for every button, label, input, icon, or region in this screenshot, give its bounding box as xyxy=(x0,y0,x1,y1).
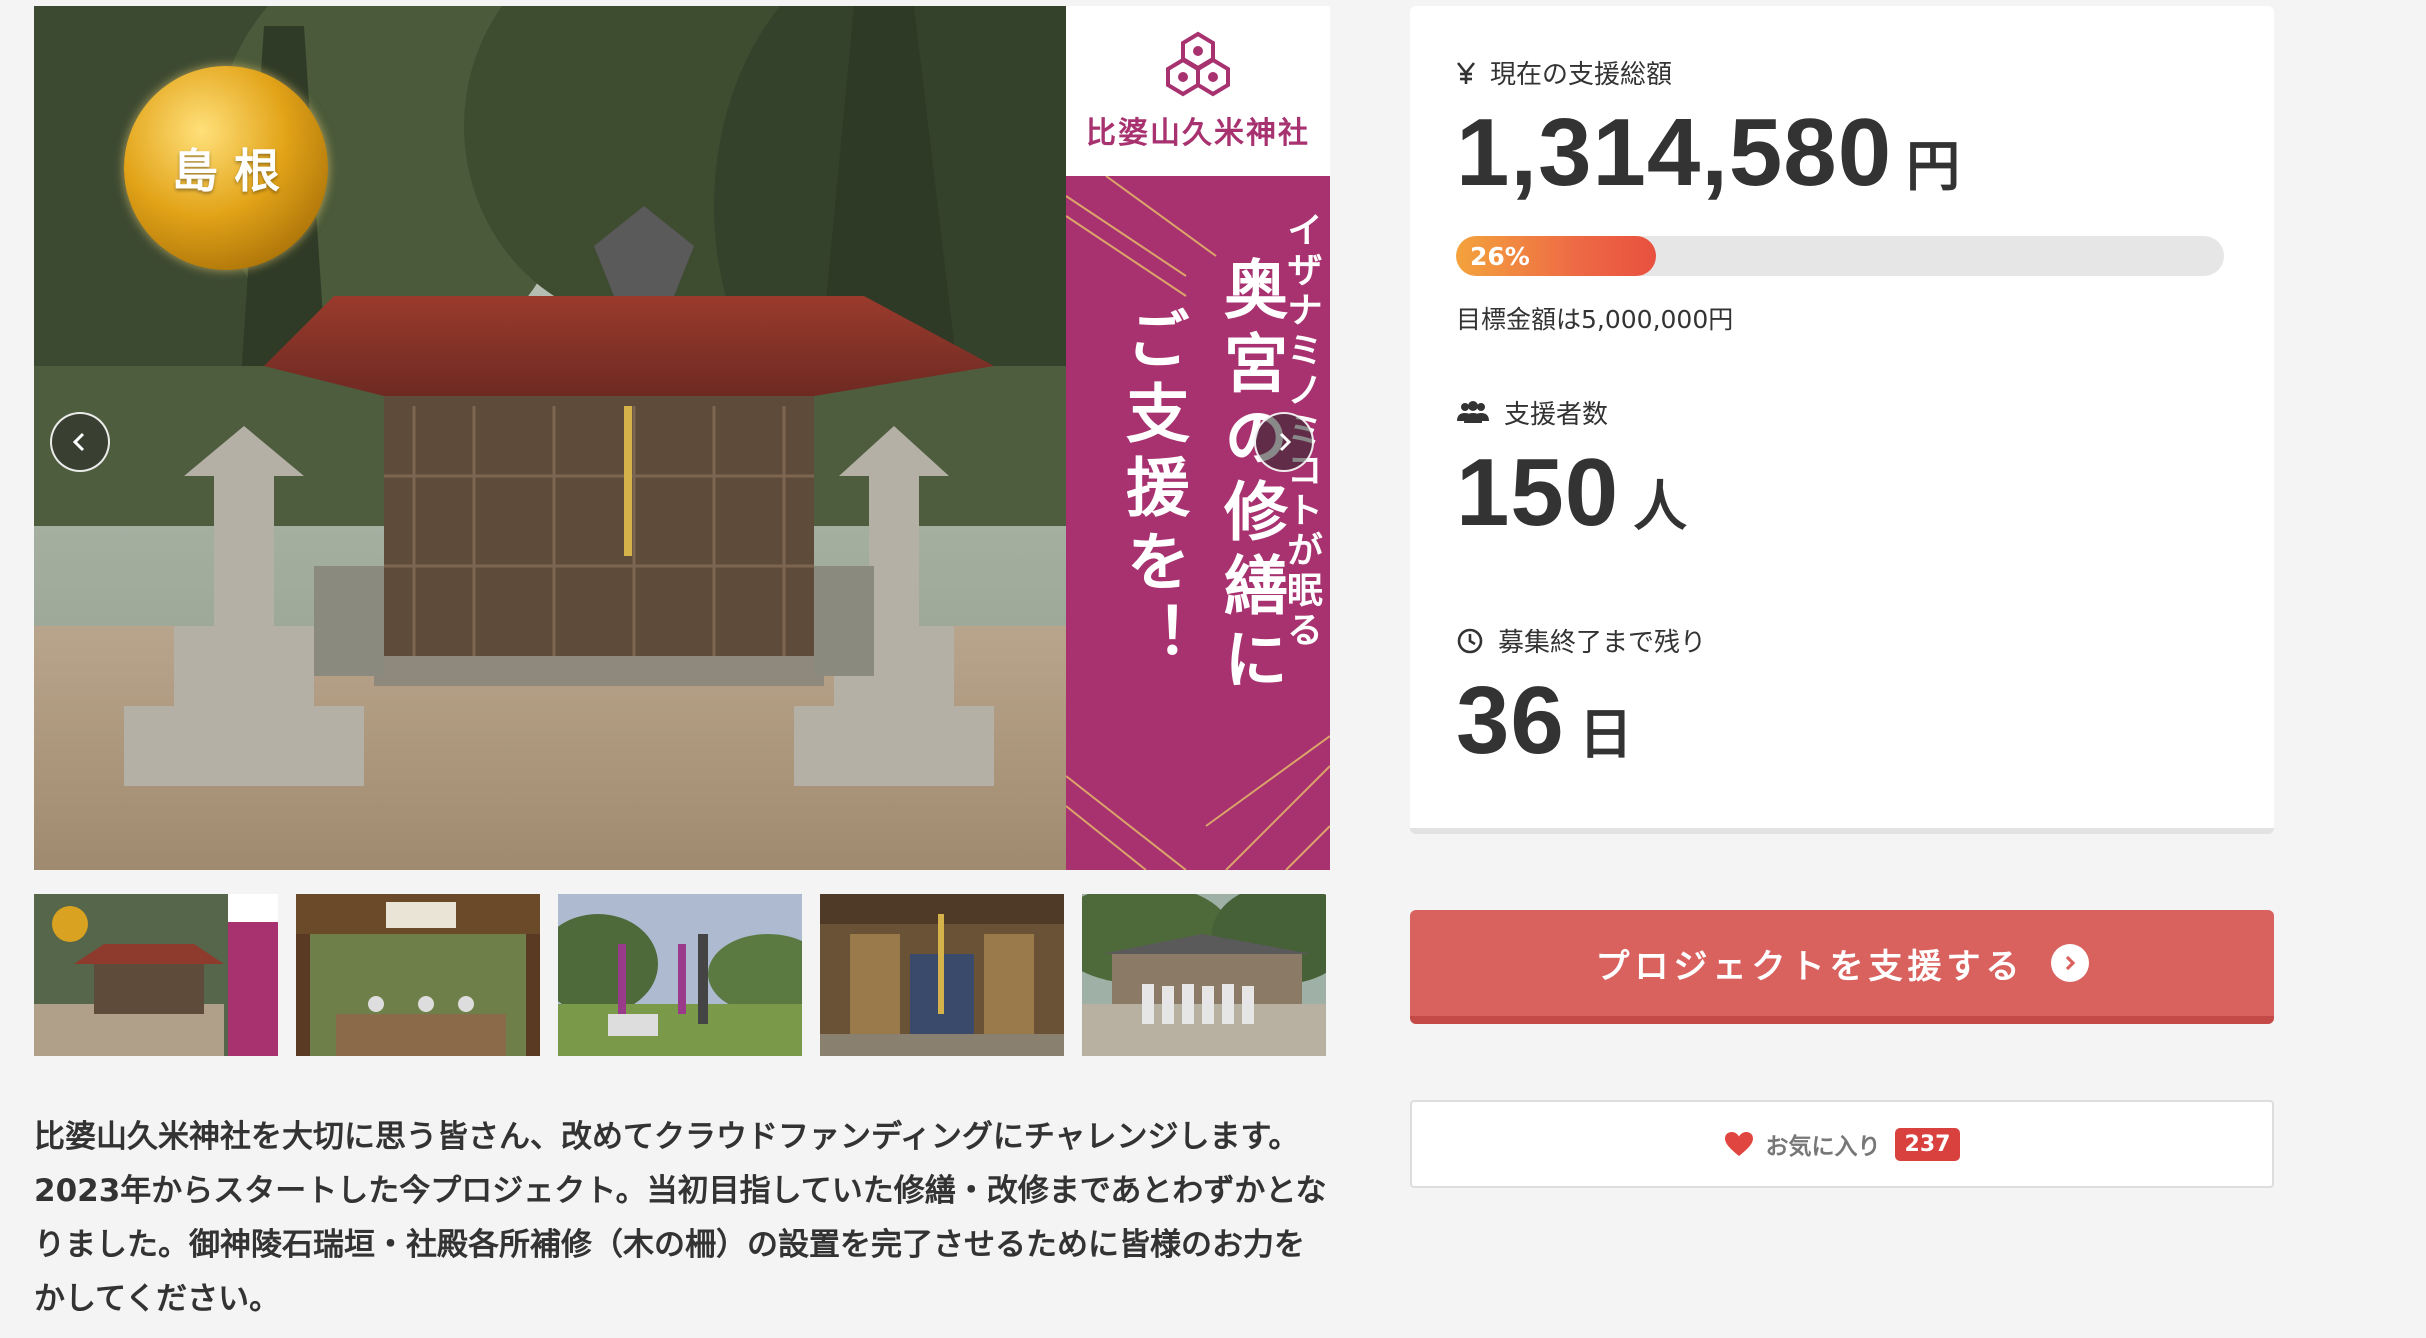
thumbnail-image xyxy=(296,894,540,1056)
funding-stats-card: 現在の支援総額 1,314,580 円 26% 目標金額は5,000,000円 xyxy=(1410,6,2274,834)
project-page: 島根 比婆山久米神社 奥宮の修繕に ご支援を！ 比婆山久米神社を大切に思う皆さん… xyxy=(0,0,2426,1338)
chevron-right-icon xyxy=(1279,432,1292,452)
shrine-logo-area: 比婆山久米神社 xyxy=(1066,6,1330,176)
yen-icon xyxy=(1456,61,1476,85)
total-amount: 1,314,580 円 xyxy=(1456,98,1960,208)
region-badge: 島根 xyxy=(124,66,328,270)
chevron-left-icon xyxy=(72,432,85,452)
heart-icon xyxy=(1724,1132,1753,1156)
region-badge-label: 島根 xyxy=(172,144,296,198)
thumbnail-3[interactable] xyxy=(558,894,802,1056)
thumbnail-image xyxy=(820,894,1064,1056)
shrine-crest-icon xyxy=(1166,31,1230,97)
thumbnail-image xyxy=(558,894,802,1056)
support-project-button[interactable]: プロジェクトを支援する xyxy=(1410,910,2274,1024)
support-project-label: プロジェクトを支援する xyxy=(1595,946,2025,987)
progress-percent: 26% xyxy=(1470,241,1530,271)
favorite-label: お気に入り xyxy=(1765,1134,1881,1160)
total-label-row: 現在の支援総額 xyxy=(1456,54,1672,91)
shrine-name: 比婆山久米神社 xyxy=(1086,116,1310,151)
thumbnail-image xyxy=(1082,894,1326,1056)
clock-icon xyxy=(1456,627,1484,655)
total-label: 現在の支援総額 xyxy=(1490,60,1673,90)
supporters-count-value: 150 xyxy=(1456,439,1620,546)
main-image-carousel[interactable]: 島根 比婆山久米神社 奥宮の修繕に ご支援を！ xyxy=(34,6,1330,870)
thumbnail-1[interactable] xyxy=(34,894,278,1056)
remaining-days-value: 36 xyxy=(1456,667,1565,774)
supporters-count: 150 人 xyxy=(1456,438,1687,548)
thumbnail-5[interactable] xyxy=(1082,894,1326,1056)
progress-fill: 26% xyxy=(1456,236,1656,276)
project-description: 比婆山久米神社を大切に思う皆さん、改めてクラウドファンディングにチャレンジします… xyxy=(34,1119,1327,1317)
thumbnail-strip xyxy=(34,894,1330,1056)
remaining-label-row: 募集終了まで残り xyxy=(1456,622,1706,659)
arrow-right-circle-icon xyxy=(2050,944,2089,982)
thumbnail-2[interactable] xyxy=(296,894,540,1056)
supporters-label: 支援者数 xyxy=(1504,400,1609,430)
carousel-next-button[interactable] xyxy=(1254,412,1314,472)
total-amount-value: 1,314,580 xyxy=(1456,99,1893,206)
goal-amount-text: 目標金額は5,000,000円 xyxy=(1456,305,1734,334)
thumbnail-image xyxy=(34,894,278,1056)
favorite-count-badge: 237 xyxy=(1894,1127,1961,1161)
banner-headline-1: 奥宮の修繕に xyxy=(1213,256,1288,700)
users-icon xyxy=(1456,400,1490,425)
remaining-days: 36 日 xyxy=(1456,666,1633,776)
remaining-label: 募集終了まで残り xyxy=(1498,628,1707,658)
supporters-label-row: 支援者数 xyxy=(1456,394,1608,431)
carousel-prev-button[interactable] xyxy=(50,412,110,472)
favorite-button[interactable]: お気に入り 237 xyxy=(1410,1100,2274,1188)
total-amount-unit: 円 xyxy=(1906,137,1961,197)
thumbnail-4[interactable] xyxy=(820,894,1064,1056)
banner-headline-2: ご支援を！ xyxy=(1115,306,1190,676)
remaining-days-unit: 日 xyxy=(1578,705,1633,765)
progress-bar: 26% xyxy=(1456,236,2224,276)
supporters-count-unit: 人 xyxy=(1633,477,1688,537)
